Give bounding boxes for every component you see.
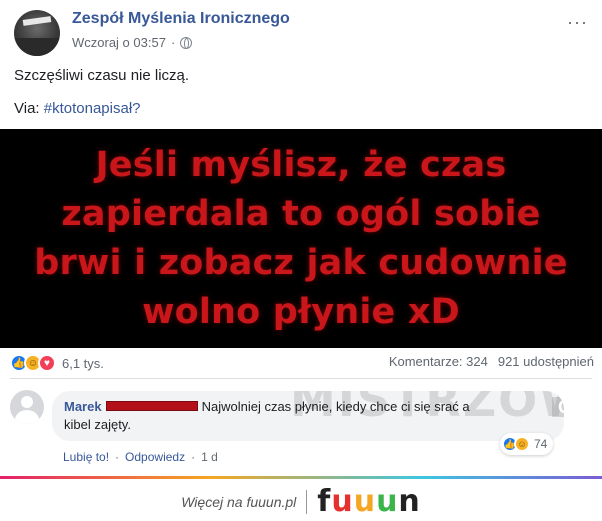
footer-text[interactable]: Więcej na fuuun.pl [181, 494, 296, 510]
hashtag-link[interactable]: #ktotonapisał? [44, 100, 141, 117]
logo-letter: u [376, 484, 399, 519]
dot-separator: · [191, 450, 196, 464]
page-name-link[interactable]: Zespół Myślenia Ironicznego [72, 10, 290, 28]
comment-text-part1: Najwolniej czas płynie, kiedy chce ci si… [201, 399, 470, 414]
haha-icon: ☺ [514, 436, 530, 452]
comment-text-part2: kibel zajęty. [64, 417, 131, 432]
reactions-summary[interactable]: 👍 ☺ ♥ 6,1 tys. [10, 354, 104, 372]
comment-actions: Lubię to! · Odpowiedz · 1 d [63, 450, 218, 464]
dot-separator: · [115, 450, 120, 464]
more-options-icon[interactable]: ··· [567, 12, 588, 33]
post-text: Szczęśliwi czasu nie liczą. [14, 67, 190, 84]
avatar-banner [22, 16, 52, 26]
logo-letter: u [331, 484, 354, 519]
page-avatar[interactable] [14, 10, 60, 56]
meme-line: brwi i zobacz jak cudownie [34, 242, 568, 283]
footer-bar: Więcej na fuuun.pl fuuun [0, 482, 602, 521]
comment-text: Marek Najwolniej czas płynie, kiedy chce … [64, 398, 552, 434]
timestamp-text[interactable]: Wczoraj o 03:57 [72, 35, 166, 50]
love-icon: ♥ [38, 354, 56, 372]
comment-reply-button[interactable]: Odpowiedz [125, 450, 185, 464]
meme-text: Jeśli myślisz, że czas zapierdala to ogó… [34, 141, 567, 337]
logo-letter: n [398, 484, 421, 519]
post-header: Zespół Myślenia Ironicznego Wczoraj o 03… [14, 8, 588, 60]
meme-line: Jeśli myślisz, że czas [95, 144, 507, 185]
meme-line: wolno płynie xD [142, 291, 460, 332]
post-image[interactable]: Jeśli myślisz, że czas zapierdala to ogó… [0, 129, 602, 348]
shares-count-link[interactable]: 921 udostępnień [498, 354, 594, 369]
comment-reaction-count: 74 [534, 437, 548, 451]
redacted-name [105, 401, 198, 411]
comment-time[interactable]: 1 d [201, 450, 218, 464]
globe-icon [180, 36, 193, 49]
dot-separator: · [170, 35, 176, 50]
footer-divider [306, 489, 308, 514]
fuuun-logo[interactable]: fuuun [317, 484, 421, 519]
stats-right: Komentarze: 324 921 udostępnień [389, 354, 594, 369]
comment-bubble: MISTRZOWIE ORG MarekNajwolniej czas płyn… [52, 391, 564, 441]
commenter-avatar[interactable] [10, 390, 44, 424]
comment-author-link[interactable]: Marek [64, 399, 102, 414]
logo-letter: u [353, 484, 377, 519]
meme-line: zapierdala to ogól sobie [61, 193, 541, 234]
reaction-count: 6,1 tys. [62, 355, 104, 371]
comment-reactions[interactable]: 👍 ☺ 74 [500, 433, 554, 455]
avatar-crowd [14, 38, 60, 56]
post-timestamp: Wczoraj o 03:57 · [72, 35, 193, 50]
via-label: Via: [14, 100, 40, 117]
avatar-head-shape [21, 396, 33, 408]
comment-like-button[interactable]: Lubię to! [63, 450, 109, 464]
post-stats: 👍 ☺ ♥ 6,1 tys. Komentarze: 324 921 udost… [10, 354, 594, 376]
watermark-suffix: ORG [552, 397, 564, 417]
comments-count-link[interactable]: Komentarze: 324 [389, 354, 488, 369]
logo-letter: f [317, 484, 332, 519]
avatar-body-shape [15, 410, 39, 424]
post-via: Via: #ktotonapisał? [14, 99, 141, 118]
divider [10, 378, 592, 379]
footer-gradient-line [0, 476, 602, 479]
